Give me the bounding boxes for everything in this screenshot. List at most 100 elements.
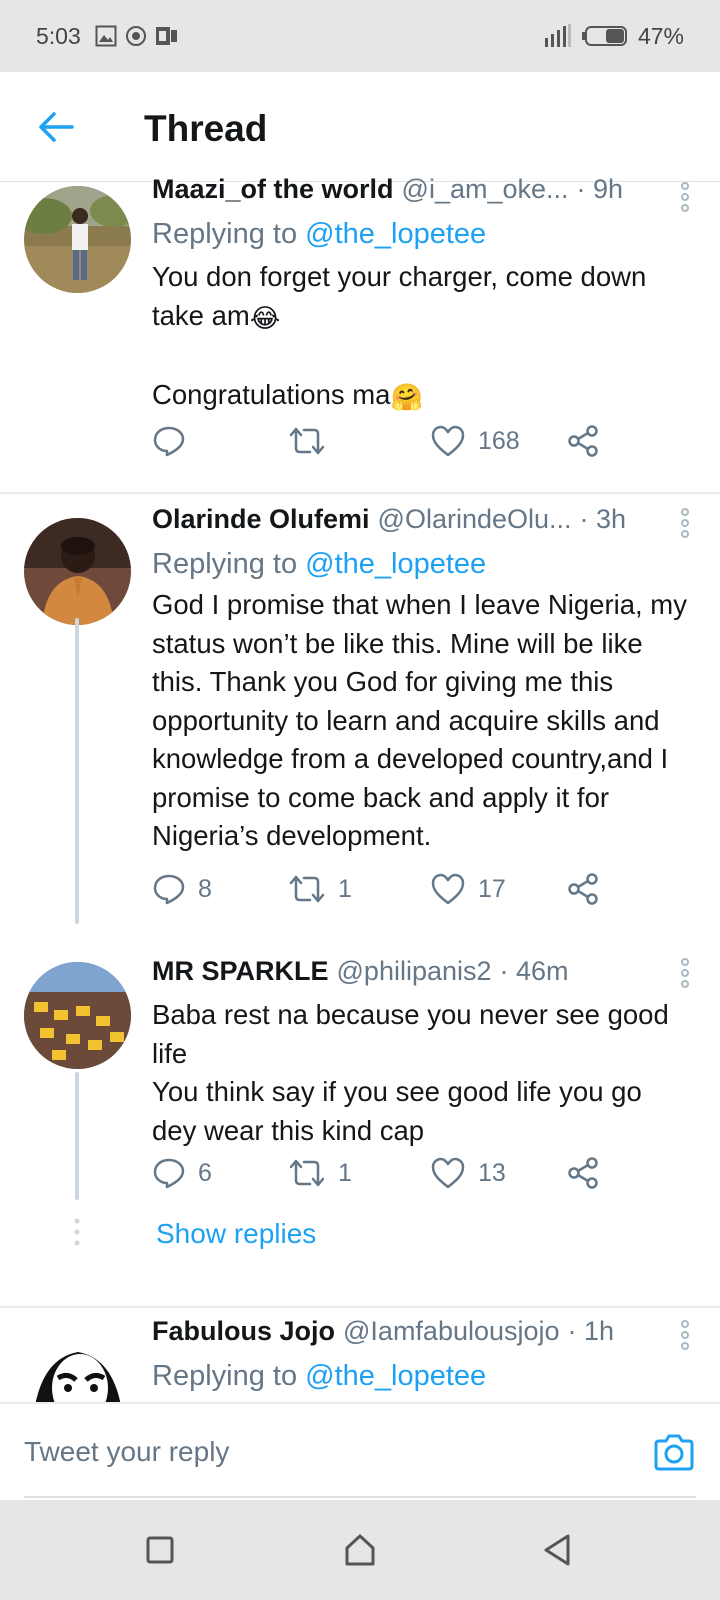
reply-count: 8 <box>198 874 212 903</box>
tweet-header: Maazi_of the world @i_am_oke... · 9h <box>152 174 692 214</box>
retweet-icon <box>289 1159 325 1187</box>
user-handle[interactable]: @Iamfabulousjojo <box>343 1316 560 1347</box>
record-icon <box>125 26 146 46</box>
share-icon <box>568 425 598 457</box>
reply-count: 6 <box>198 1158 212 1187</box>
tweet-card[interactable]: Maazi_of the world @i_am_oke... · 9h Rep… <box>0 174 720 492</box>
arrow-left-icon[interactable] <box>36 107 76 147</box>
retweet-icon <box>289 427 325 455</box>
tweet-time: · 3h <box>579 504 627 534</box>
back-nav-icon[interactable] <box>536 1528 580 1572</box>
heart-icon <box>431 425 465 457</box>
user-handle[interactable]: @i_am_oke... <box>402 174 569 205</box>
input-underline <box>24 1496 696 1498</box>
signal-icon <box>544 24 571 47</box>
retweet-button[interactable]: 1 <box>288 1156 352 1190</box>
heart-icon <box>431 873 465 905</box>
tweet-text: Baba rest na because you never see good … <box>152 996 692 1150</box>
like-button[interactable]: 168 <box>430 424 520 458</box>
more-vertical-icon[interactable] <box>678 958 692 988</box>
retweet-icon <box>289 875 325 903</box>
tweet-card[interactable]: Fabulous Jojo @Iamfabulousjojo · 1h Repl… <box>0 1308 720 1402</box>
replying-to-label: Replying to <box>152 1360 298 1392</box>
replying-to: Replying to @the_lopetee <box>152 214 692 254</box>
more-vertical-icon[interactable] <box>678 182 692 212</box>
thread-connector <box>75 618 79 924</box>
comment-icon <box>153 426 185 457</box>
tweet-card[interactable]: Olarinde Olufemi @OlarindeOlu... · 3h Re… <box>0 494 720 924</box>
heart-icon <box>431 1157 465 1189</box>
user-handle[interactable]: @philipanis2 <box>337 956 492 987</box>
replying-to-label: Replying to <box>152 218 298 250</box>
page-title: Thread <box>144 108 268 149</box>
display-name[interactable]: Olarinde Olufemi <box>152 504 370 535</box>
gallery-icon <box>95 25 117 47</box>
tweet-text-line: You think say if you see good life you g… <box>152 1076 642 1146</box>
camera-icon[interactable] <box>652 1432 696 1472</box>
tweet-card[interactable]: MR SPARKLE @philipanis2 · 46m Baba rest … <box>0 956 720 1268</box>
thread-dots-icon <box>74 1218 80 1246</box>
tweet-text-line: You don forget your charger, come down t… <box>152 261 647 331</box>
retweet-count: 1 <box>338 1158 352 1187</box>
share-icon <box>568 1157 598 1189</box>
reply-input[interactable]: Tweet your reply <box>24 1436 229 1468</box>
replying-to: Replying to @the_lopetee <box>152 544 692 584</box>
home-icon[interactable] <box>338 1528 382 1572</box>
reply-button[interactable] <box>152 424 198 458</box>
avatar[interactable] <box>24 1330 131 1402</box>
reply-button[interactable]: 6 <box>152 1156 212 1190</box>
replying-to-label: Replying to <box>152 548 298 580</box>
system-nav-bar <box>0 1500 720 1600</box>
reply-composer: Tweet your reply <box>0 1402 720 1500</box>
status-bar: 5:03 47% <box>0 0 720 72</box>
status-time: 5:03 <box>36 22 81 49</box>
top-app-bar: Thread <box>0 72 720 182</box>
tweet-actions: 6 1 13 <box>152 1156 652 1196</box>
like-count: 168 <box>478 426 520 455</box>
display-name[interactable]: Fabulous Jojo <box>152 1316 335 1347</box>
tweet-time: · 9h <box>576 174 624 204</box>
like-button[interactable]: 17 <box>430 872 506 906</box>
battery-percent: 47% <box>637 22 684 49</box>
battery-icon <box>581 26 627 46</box>
avatar[interactable] <box>24 186 131 293</box>
share-button[interactable] <box>566 1156 600 1190</box>
tweet-text-line: Baba rest na because you never see good … <box>152 999 669 1069</box>
tweet-header: Olarinde Olufemi @OlarindeOlu... · 3h <box>152 504 692 544</box>
like-count: 13 <box>478 1158 506 1187</box>
show-replies-link[interactable]: Show replies <box>156 1218 316 1250</box>
more-vertical-icon[interactable] <box>678 508 692 538</box>
like-button[interactable]: 13 <box>430 1156 506 1190</box>
share-icon <box>568 873 598 905</box>
tweet-actions: 8 1 17 <box>152 872 652 912</box>
tweet-header: Fabulous Jojo @Iamfabulousjojo · 1h <box>152 1316 692 1356</box>
display-name[interactable]: Maazi_of the world <box>152 174 394 205</box>
thread-connector <box>75 1072 79 1200</box>
recent-apps-icon[interactable] <box>138 1528 182 1572</box>
tweet-actions: 168 <box>152 424 652 464</box>
reply-button[interactable]: 8 <box>152 872 212 906</box>
tweet-text: God I promise that when I leave Nigeria,… <box>152 589 687 851</box>
laughing-emoji: 😂 <box>249 302 281 333</box>
mention-link[interactable]: @the_lopetee <box>305 1360 486 1392</box>
retweet-button[interactable]: 1 <box>288 872 352 906</box>
hugging-emoji: 🤗 <box>390 381 423 412</box>
avatar[interactable] <box>24 962 131 1069</box>
retweet-button[interactable] <box>288 424 338 458</box>
mention-link[interactable]: @the_lopetee <box>305 548 486 580</box>
avatar[interactable] <box>24 518 131 625</box>
app-notification-icon <box>155 27 177 45</box>
replying-to: Replying to @the_lopetee <box>152 1356 692 1396</box>
retweet-count: 1 <box>338 874 352 903</box>
tweet-header: MR SPARKLE @philipanis2 · 46m <box>152 956 692 996</box>
user-handle[interactable]: @OlarindeOlu... <box>378 504 572 535</box>
mention-link[interactable]: @the_lopetee <box>305 218 486 250</box>
share-button[interactable] <box>566 424 600 458</box>
more-vertical-icon[interactable] <box>678 1320 692 1350</box>
tweet-text: You don forget your charger, come down t… <box>152 258 692 416</box>
tweet-time: · 46m <box>499 956 569 986</box>
tweet-text-line: Congratulations ma <box>152 378 391 410</box>
display-name[interactable]: MR SPARKLE <box>152 956 329 987</box>
share-button[interactable] <box>566 872 600 906</box>
like-count: 17 <box>478 874 506 903</box>
